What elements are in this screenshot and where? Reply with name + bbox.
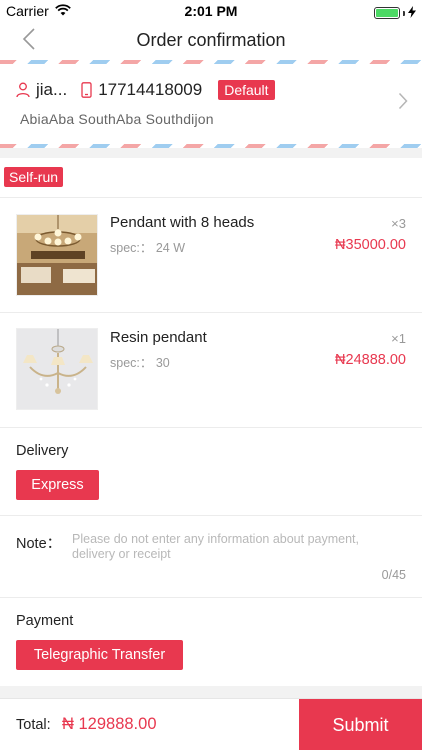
default-badge: Default — [218, 80, 275, 100]
nav-bar: Order confirmation — [0, 22, 422, 60]
charging-icon — [408, 5, 416, 21]
product-name: Resin pendant — [110, 329, 207, 346]
status-bar: Carrier 2:01 PM — [0, 0, 422, 22]
product-row[interactable]: Resin pendant spec:： 30 ×1 ₦24888.00 — [0, 313, 422, 428]
recipient-phone: 17714418009 — [98, 80, 203, 99]
product-image — [16, 214, 98, 296]
delivery-option-express[interactable]: Express — [16, 470, 99, 500]
product-spec: spec:： 24 W — [110, 241, 186, 255]
total-amount: ₦ 129888.00 — [62, 715, 157, 733]
payment-option-telegraphic-transfer[interactable]: Telegraphic Transfer — [16, 640, 183, 670]
payment-label: Payment — [16, 613, 74, 629]
section-gap — [0, 148, 422, 158]
divider — [0, 427, 422, 428]
airmail-stripe-top — [0, 60, 422, 64]
recipient-name: jia... — [36, 80, 68, 99]
divider — [0, 515, 422, 516]
status-time: 2:01 PM — [184, 3, 238, 19]
shipping-address-card[interactable]: jia... 17714418009 Default AbiaAba South… — [0, 66, 422, 144]
submit-button[interactable]: Submit — [299, 699, 422, 750]
note-input[interactable] — [72, 532, 402, 566]
product-price: ₦35000.00 — [335, 237, 406, 253]
person-icon — [16, 82, 30, 98]
total-label: Total: — [16, 717, 51, 733]
note-label: Note： — [16, 536, 62, 552]
product-quantity: ×1 — [391, 331, 406, 346]
battery-indicator — [374, 5, 416, 21]
product-price: ₦24888.00 — [335, 352, 406, 368]
page-title: Order confirmation — [136, 30, 286, 50]
product-spec: spec:： 30 — [110, 356, 170, 370]
product-row[interactable]: Pendant with 8 heads spec:： 24 W ×3 ₦350… — [0, 198, 422, 313]
self-run-badge: Self-run — [4, 167, 64, 187]
section-gap — [0, 686, 422, 698]
battery-icon — [374, 7, 400, 19]
chevron-right-icon — [398, 92, 408, 115]
product-quantity: ×3 — [391, 216, 406, 231]
divider — [0, 597, 422, 598]
phone-icon — [81, 82, 92, 98]
product-image — [16, 328, 98, 410]
address-detail: AbiaAba SouthAba Southdijon — [20, 111, 214, 127]
note-char-count: 0/45 — [381, 568, 406, 582]
delivery-label: Delivery — [16, 443, 69, 459]
checkout-bar: Total: ₦ 129888.00 Submit — [0, 698, 422, 750]
product-name: Pendant with 8 heads — [110, 214, 255, 231]
address-contact-line: jia... 17714418009 Default — [16, 80, 275, 100]
